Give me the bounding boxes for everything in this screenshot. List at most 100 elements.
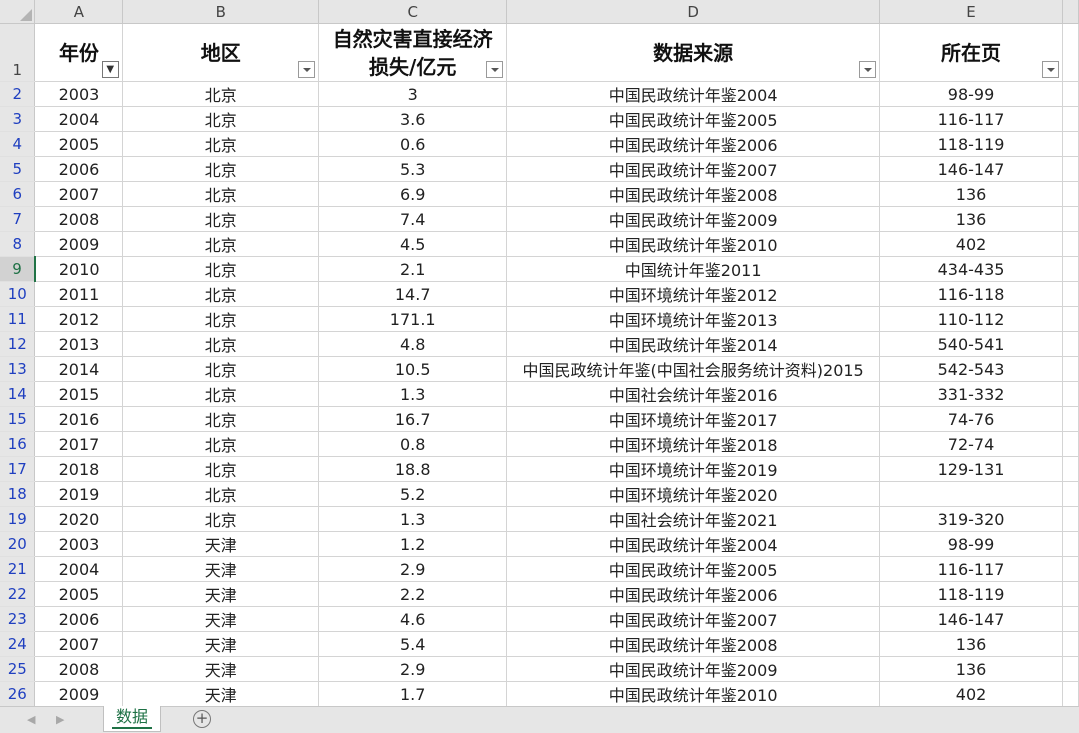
cell-loss[interactable]: 4.8 bbox=[318, 331, 508, 357]
cell-page[interactable]: 110-112 bbox=[879, 306, 1063, 332]
cell-loss[interactable]: 1.7 bbox=[318, 681, 508, 706]
cell-source[interactable]: 中国社会统计年鉴2016 bbox=[506, 381, 881, 407]
cell-source[interactable]: 中国民政统计年鉴2010 bbox=[506, 681, 881, 706]
cell-region[interactable]: 北京 bbox=[122, 456, 320, 482]
cell-source[interactable]: 中国民政统计年鉴2004 bbox=[506, 81, 881, 107]
cell-source[interactable]: 中国民政统计年鉴2014 bbox=[506, 331, 881, 357]
cell-region[interactable]: 北京 bbox=[122, 331, 320, 357]
row-header[interactable]: 3 bbox=[0, 106, 36, 132]
cell-loss[interactable]: 3 bbox=[318, 81, 508, 107]
empty-cell[interactable] bbox=[1062, 206, 1079, 232]
empty-cell[interactable] bbox=[1062, 656, 1079, 682]
row-header[interactable]: 22 bbox=[0, 581, 36, 607]
cell-page[interactable]: 402 bbox=[879, 681, 1063, 706]
dropdown-arrow-icon[interactable] bbox=[486, 61, 504, 78]
cell-loss[interactable]: 0.8 bbox=[318, 431, 508, 457]
cell-region[interactable]: 天津 bbox=[122, 581, 320, 607]
empty-cell[interactable] bbox=[1062, 406, 1079, 432]
cell-region[interactable]: 北京 bbox=[122, 131, 320, 157]
cell-page[interactable]: 331-332 bbox=[879, 381, 1063, 407]
cell-region[interactable]: 北京 bbox=[122, 356, 320, 382]
cell-year[interactable]: 2020 bbox=[34, 506, 124, 532]
cell-loss[interactable]: 5.3 bbox=[318, 156, 508, 182]
sheet-tab-data[interactable]: 数据 bbox=[103, 706, 161, 732]
cell-page[interactable]: 72-74 bbox=[879, 431, 1063, 457]
cell-page[interactable] bbox=[879, 481, 1063, 507]
empty-cell[interactable] bbox=[1062, 256, 1079, 282]
cell-year[interactable]: 2016 bbox=[34, 406, 124, 432]
cell-region[interactable]: 北京 bbox=[122, 381, 320, 407]
cell-loss[interactable]: 7.4 bbox=[318, 206, 508, 232]
empty-cell[interactable] bbox=[1062, 281, 1079, 307]
cell-year[interactable]: 2006 bbox=[34, 606, 124, 632]
select-all-corner[interactable] bbox=[0, 0, 36, 24]
cell-year[interactable]: 2011 bbox=[34, 281, 124, 307]
row-header[interactable]: 2 bbox=[0, 81, 36, 107]
row-header[interactable]: 12 bbox=[0, 331, 36, 357]
plus-circle-icon[interactable]: + bbox=[193, 710, 211, 728]
row-header[interactable]: 17 bbox=[0, 456, 36, 482]
empty-cell[interactable] bbox=[1062, 556, 1079, 582]
cell-region[interactable]: 天津 bbox=[122, 631, 320, 657]
cell-source[interactable]: 中国环境统计年鉴2020 bbox=[506, 481, 881, 507]
row-header[interactable]: 15 bbox=[0, 406, 36, 432]
column-header-b[interactable]: B bbox=[122, 0, 320, 24]
cell-year[interactable]: 2019 bbox=[34, 481, 124, 507]
cell-loss[interactable]: 10.5 bbox=[318, 356, 508, 382]
cell-region[interactable]: 北京 bbox=[122, 81, 320, 107]
cell-year[interactable]: 2007 bbox=[34, 181, 124, 207]
cell-source[interactable]: 中国民政统计年鉴2006 bbox=[506, 581, 881, 607]
cell-loss[interactable]: 171.1 bbox=[318, 306, 508, 332]
cell-page[interactable]: 136 bbox=[879, 656, 1063, 682]
cell-year[interactable]: 2007 bbox=[34, 631, 124, 657]
empty-cell[interactable] bbox=[1062, 156, 1079, 182]
cell-year[interactable]: 2013 bbox=[34, 331, 124, 357]
empty-cell[interactable] bbox=[1062, 331, 1079, 357]
cell-source[interactable]: 中国社会统计年鉴2021 bbox=[506, 506, 881, 532]
cell-region[interactable]: 北京 bbox=[122, 181, 320, 207]
cell-loss[interactable]: 1.3 bbox=[318, 506, 508, 532]
cell-page[interactable]: 118-119 bbox=[879, 131, 1063, 157]
chevron-left-icon[interactable]: ◀ bbox=[27, 713, 35, 726]
cell-page[interactable]: 116-117 bbox=[879, 556, 1063, 582]
empty-cell[interactable] bbox=[1062, 531, 1079, 557]
cell-loss[interactable]: 18.8 bbox=[318, 456, 508, 482]
cell-page[interactable]: 542-543 bbox=[879, 356, 1063, 382]
cell-region[interactable]: 北京 bbox=[122, 231, 320, 257]
cell-loss[interactable]: 4.6 bbox=[318, 606, 508, 632]
cell-source[interactable]: 中国民政统计年鉴2004 bbox=[506, 531, 881, 557]
row-header[interactable]: 18 bbox=[0, 481, 36, 507]
cell-page[interactable]: 98-99 bbox=[879, 81, 1063, 107]
cell-region[interactable]: 北京 bbox=[122, 431, 320, 457]
cell-source[interactable]: 中国民政统计年鉴2008 bbox=[506, 631, 881, 657]
row-header[interactable]: 4 bbox=[0, 131, 36, 157]
cell-source[interactable]: 中国环境统计年鉴2018 bbox=[506, 431, 881, 457]
row-header-1[interactable]: 1 bbox=[0, 23, 36, 82]
cell-loss[interactable]: 4.5 bbox=[318, 231, 508, 257]
row-header[interactable]: 8 bbox=[0, 231, 36, 257]
cell-loss[interactable]: 0.6 bbox=[318, 131, 508, 157]
cell-year[interactable]: 2005 bbox=[34, 131, 124, 157]
cell-page[interactable]: 540-541 bbox=[879, 331, 1063, 357]
empty-cell[interactable] bbox=[1062, 81, 1079, 107]
cell-loss[interactable]: 5.4 bbox=[318, 631, 508, 657]
empty-cell[interactable] bbox=[1062, 506, 1079, 532]
empty-cell[interactable] bbox=[1062, 681, 1079, 706]
cell-region[interactable]: 北京 bbox=[122, 106, 320, 132]
cell-year[interactable]: 2003 bbox=[34, 81, 124, 107]
cell-year[interactable]: 2012 bbox=[34, 306, 124, 332]
spreadsheet-grid[interactable]: A B C D E 1 年份 ▼ 地区 自然灾害直接经济损失/亿元 数据来源 所… bbox=[0, 0, 1079, 706]
cell-region[interactable]: 天津 bbox=[122, 531, 320, 557]
cell-loss[interactable]: 1.2 bbox=[318, 531, 508, 557]
cell-loss[interactable]: 2.1 bbox=[318, 256, 508, 282]
header-cell-source[interactable]: 数据来源 bbox=[506, 23, 881, 82]
empty-cell[interactable] bbox=[1062, 181, 1079, 207]
cell-loss[interactable]: 16.7 bbox=[318, 406, 508, 432]
cell-year[interactable]: 2009 bbox=[34, 681, 124, 706]
cell-source[interactable]: 中国民政统计年鉴2009 bbox=[506, 206, 881, 232]
empty-cell[interactable] bbox=[1062, 106, 1079, 132]
cell-region[interactable]: 天津 bbox=[122, 556, 320, 582]
row-header[interactable]: 20 bbox=[0, 531, 36, 557]
cell-loss[interactable]: 1.3 bbox=[318, 381, 508, 407]
cell-source[interactable]: 中国民政统计年鉴2009 bbox=[506, 656, 881, 682]
